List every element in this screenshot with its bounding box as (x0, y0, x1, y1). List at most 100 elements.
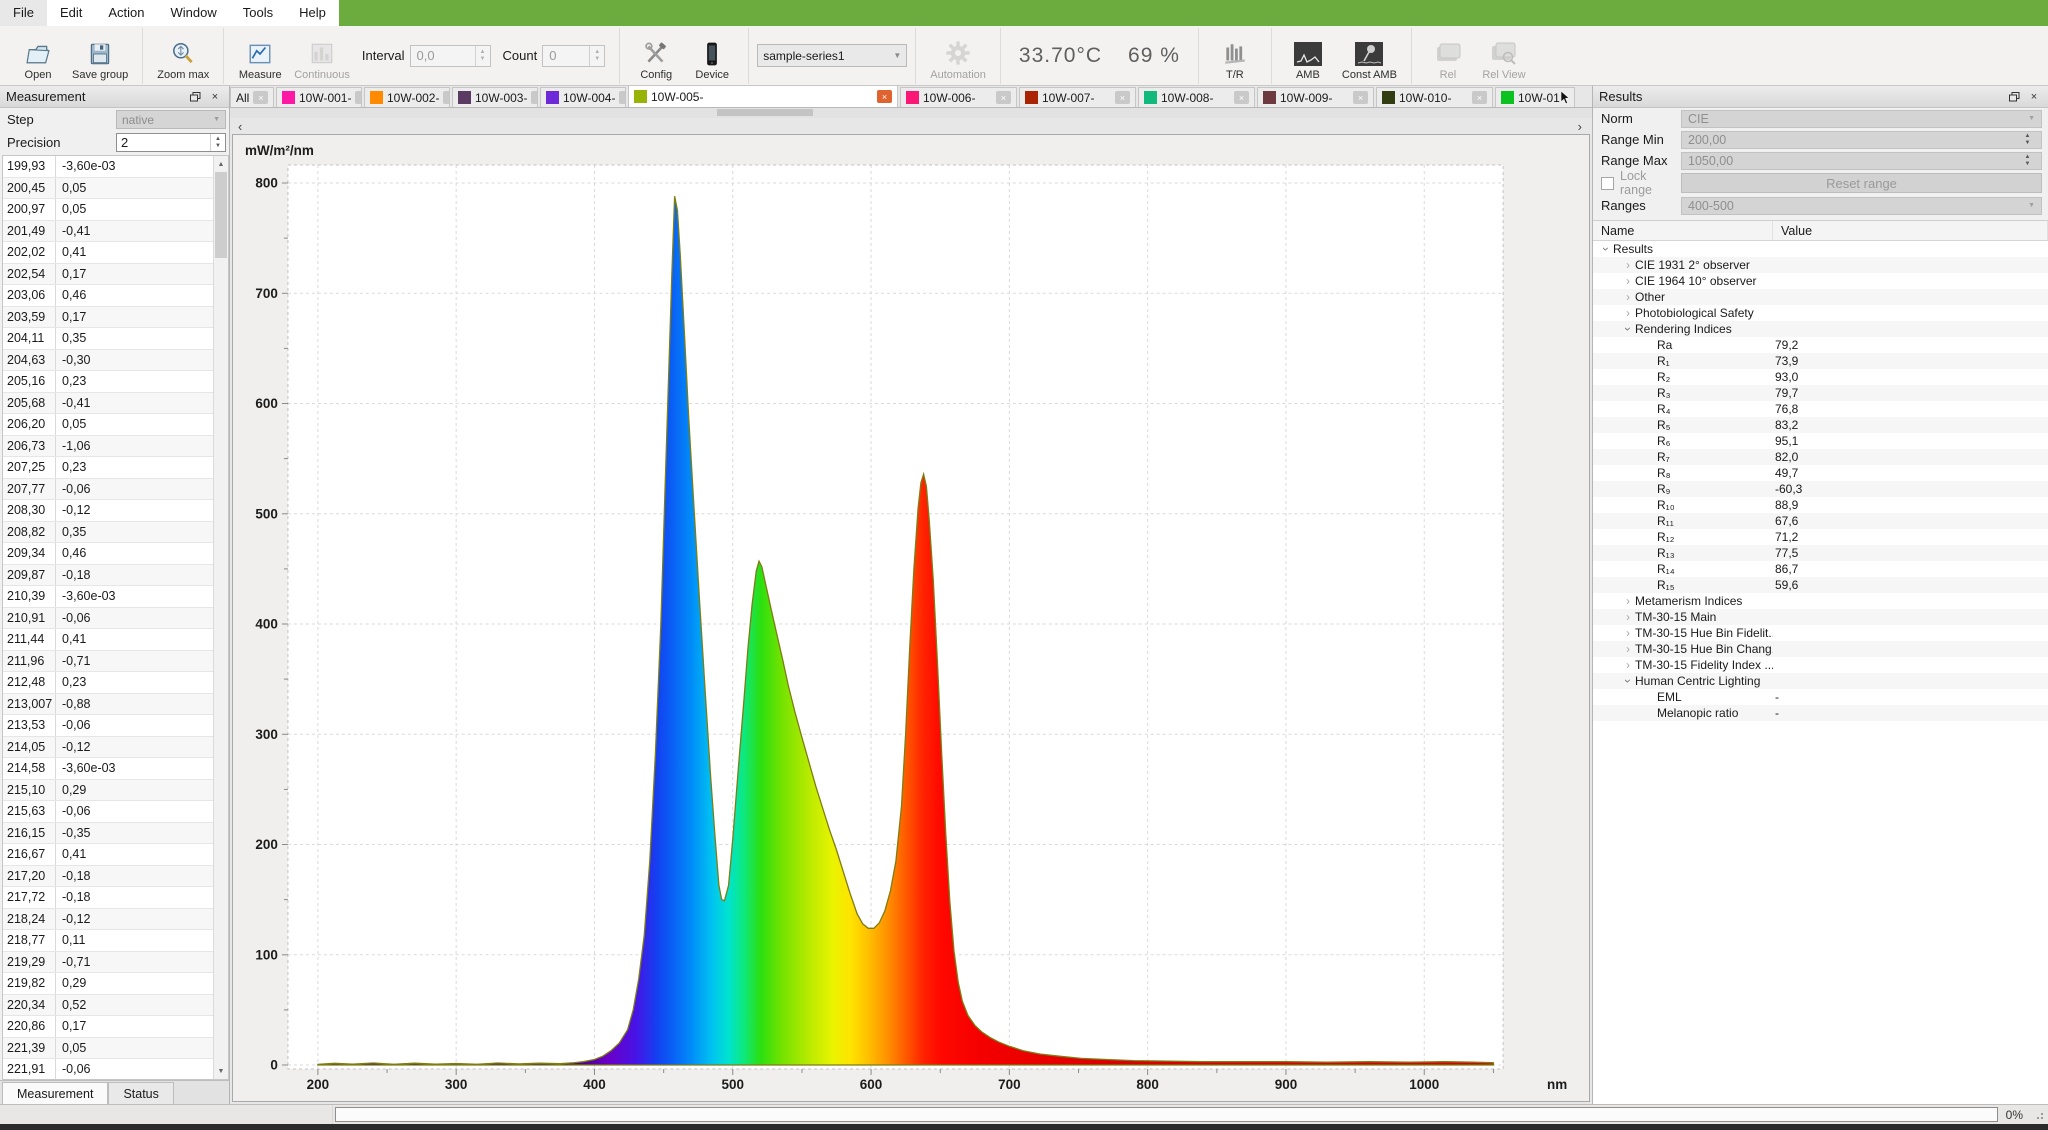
measurement-row[interactable]: 210,39-3,60e-03 (3, 586, 213, 608)
tree-row[interactable]: Melanopic ratio- (1593, 705, 2048, 721)
tab-series[interactable]: 10W-008-× (1138, 87, 1255, 107)
scrollbar-thumb[interactable] (215, 172, 227, 258)
scroll-left-icon[interactable]: ‹ (238, 119, 242, 134)
tab-measurement[interactable]: Measurement (2, 1082, 108, 1104)
tab-series[interactable]: 10W-010-× (1376, 87, 1493, 107)
tab-close-icon[interactable]: × (877, 90, 892, 103)
measurement-row[interactable]: 207,250,23 (3, 457, 213, 479)
measurement-row[interactable]: 206,73-1,06 (3, 436, 213, 458)
chevron-collapsed-icon[interactable]: › (1621, 626, 1635, 640)
tree-row[interactable]: ›TM-30-15 Hue Bin Fidelit... (1593, 625, 2048, 641)
tree-row[interactable]: ›Metamerism Indices (1593, 593, 2048, 609)
measurement-row[interactable]: 208,820,35 (3, 522, 213, 544)
measurement-row[interactable]: 214,05-0,12 (3, 737, 213, 759)
tab-series[interactable]: 10W-003-× (452, 87, 538, 107)
tree-row[interactable]: ›CIE 1931 2° observer (1593, 257, 2048, 273)
lock-range-checkbox[interactable] (1601, 177, 1614, 190)
count-spinner[interactable]: ▲▼ (589, 46, 604, 66)
tab-close-icon[interactable]: × (1353, 91, 1368, 104)
continuous-button[interactable]: Continuous (288, 29, 356, 83)
scroll-up-icon[interactable]: ▲ (214, 156, 228, 172)
chevron-collapsed-icon[interactable]: › (1621, 274, 1635, 288)
chevron-expanded-icon[interactable]: › (1599, 242, 1613, 256)
precision-spinner[interactable]: ▲▼ (210, 134, 225, 151)
tree-row[interactable]: R₉-60,3 (1593, 481, 2048, 497)
tree-row[interactable]: ›Photobiological Safety (1593, 305, 2048, 321)
measurement-row[interactable]: 201,49-0,41 (3, 221, 213, 243)
measurement-row[interactable]: 199,93-3,60e-03 (3, 156, 213, 178)
measurement-row[interactable]: 215,63-0,06 (3, 801, 213, 823)
tab-status[interactable]: Status (108, 1082, 173, 1104)
tree-row[interactable]: R₂93,0 (1593, 369, 2048, 385)
measurement-row[interactable]: 213,007-0,88 (3, 694, 213, 716)
range-min-input[interactable]: 200,00 ▲▼ (1681, 131, 2042, 149)
tree-row[interactable]: R₁73,9 (1593, 353, 2048, 369)
spectrum-chart[interactable]: 0100200300400500600700800200300400500600… (232, 134, 1590, 1102)
tab-series[interactable]: 10W-001-× (276, 87, 362, 107)
tree-row[interactable]: R₁₁67,6 (1593, 513, 2048, 529)
measurement-row[interactable]: 218,770,11 (3, 930, 213, 952)
automation-button[interactable]: Automation (924, 29, 992, 83)
tree-row[interactable]: ›Results (1593, 241, 2048, 257)
tree-row[interactable]: ›Human Centric Lighting (1593, 673, 2048, 689)
measurement-row[interactable]: 204,63-0,30 (3, 350, 213, 372)
measurement-row[interactable]: 204,110,35 (3, 328, 213, 350)
range-min-spinner[interactable]: ▲▼ (2020, 133, 2035, 147)
tree-row[interactable]: R₅83,2 (1593, 417, 2048, 433)
measurement-row[interactable]: 200,970,05 (3, 199, 213, 221)
tree-row[interactable]: ›CIE 1964 10° observer (1593, 273, 2048, 289)
tree-header-name[interactable]: Name (1593, 221, 1773, 240)
device-button[interactable]: Device (684, 29, 740, 83)
rel-view-button[interactable]: Rel View (1476, 29, 1532, 83)
measurement-row[interactable]: 207,77-0,06 (3, 479, 213, 501)
close-panel-icon[interactable]: × (2026, 90, 2042, 104)
tree-row[interactable]: R₃79,7 (1593, 385, 2048, 401)
chevron-collapsed-icon[interactable]: › (1621, 658, 1635, 672)
measurement-row[interactable]: 215,100,29 (3, 780, 213, 802)
measurement-row[interactable]: 206,200,05 (3, 414, 213, 436)
tab-series[interactable]: 10W-005-× (628, 85, 898, 107)
measurement-row[interactable]: 220,860,17 (3, 1016, 213, 1038)
scrollbar-track[interactable] (214, 258, 228, 1063)
tabbar-scrollbar-thumb[interactable] (717, 109, 813, 116)
chevron-expanded-icon[interactable]: › (1621, 674, 1635, 688)
tree-header-value[interactable]: Value (1773, 221, 2048, 240)
measurement-row[interactable]: 214,58-3,60e-03 (3, 758, 213, 780)
tab-close-icon[interactable]: × (1234, 91, 1249, 104)
tab-series[interactable]: 10W-01 (1495, 87, 1575, 107)
tab-series[interactable]: 10W-002-× (364, 87, 450, 107)
measurement-row[interactable]: 209,340,46 (3, 543, 213, 565)
tree-row[interactable]: R₁₄86,7 (1593, 561, 2048, 577)
amb-button[interactable]: AMB (1280, 29, 1336, 83)
chevron-collapsed-icon[interactable]: › (1621, 594, 1635, 608)
tab-series[interactable]: 10W-006-× (900, 87, 1017, 107)
tree-row[interactable]: ›TM-30-15 Main (1593, 609, 2048, 625)
zoom-max-button[interactable]: Zoom max (151, 29, 215, 83)
measurement-row[interactable]: 205,68-0,41 (3, 393, 213, 415)
chevron-collapsed-icon[interactable]: › (1621, 306, 1635, 320)
tree-row[interactable]: R₇82,0 (1593, 449, 2048, 465)
float-panel-icon[interactable] (187, 90, 203, 104)
rel-button[interactable]: Rel (1420, 29, 1476, 83)
measurement-row[interactable]: 200,450,05 (3, 178, 213, 200)
tab-close-icon[interactable]: × (443, 91, 450, 104)
measurement-row[interactable]: 209,87-0,18 (3, 565, 213, 587)
measurement-row[interactable]: 211,440,41 (3, 629, 213, 651)
range-max-input[interactable]: 1050,00 ▲▼ (1681, 152, 2042, 170)
chevron-collapsed-icon[interactable]: › (1621, 258, 1635, 272)
tab-close-icon[interactable]: × (1472, 91, 1487, 104)
close-panel-icon[interactable]: × (207, 90, 223, 104)
tree-row[interactable]: R₁₅59,6 (1593, 577, 2048, 593)
tree-row[interactable]: R₆95,1 (1593, 433, 2048, 449)
measurement-row[interactable]: 205,160,23 (3, 371, 213, 393)
tree-row[interactable]: ›Other (1593, 289, 2048, 305)
scroll-down-icon[interactable]: ▼ (214, 1063, 228, 1079)
tree-row[interactable]: R₁₂71,2 (1593, 529, 2048, 545)
menu-tools[interactable]: Tools (230, 0, 286, 26)
tab-series[interactable]: 10W-009-× (1257, 87, 1374, 107)
tree-row[interactable]: ›Rendering Indices (1593, 321, 2048, 337)
reset-range-button[interactable]: Reset range (1681, 173, 2042, 193)
interval-spinner[interactable]: ▲▼ (475, 46, 490, 66)
float-panel-icon[interactable] (2006, 90, 2022, 104)
measurement-row[interactable]: 217,20-0,18 (3, 866, 213, 888)
